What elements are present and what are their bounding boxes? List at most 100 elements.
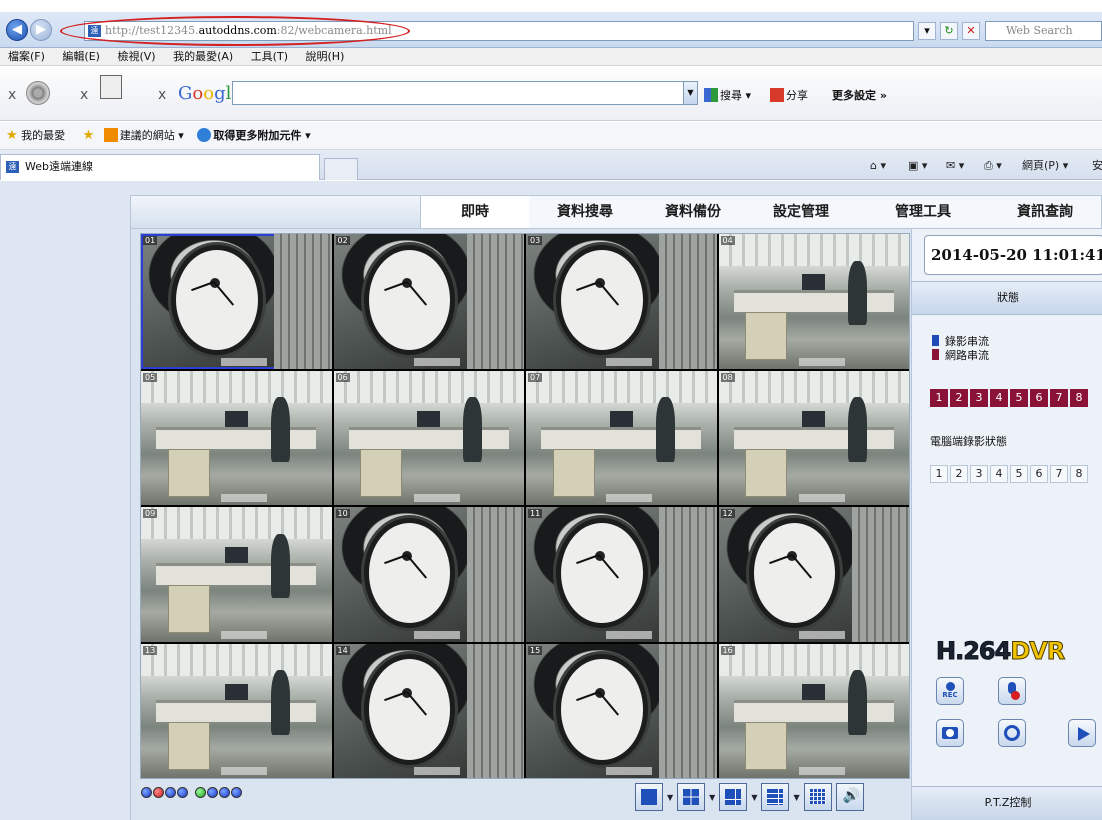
menu-tools[interactable]: 工具(T) [251, 50, 288, 63]
camera-view-05[interactable]: 05 [141, 370, 332, 505]
camera-view-06[interactable]: 06 [333, 370, 524, 505]
site-icon: 遠 [6, 161, 19, 173]
document-icon[interactable] [100, 75, 122, 99]
channel-indicator-7[interactable]: 7 [1050, 465, 1068, 483]
tab-search[interactable]: 資料搜尋 [531, 196, 639, 228]
menu-favorites[interactable]: 我的最愛(A) [173, 50, 233, 63]
mail-icon[interactable]: ✉ ▾ [946, 158, 964, 174]
legend-record: 錄影串流 [932, 335, 989, 348]
channel-indicator-6[interactable]: 6 [1030, 389, 1048, 407]
web-search-input[interactable]: Web Search [985, 21, 1102, 41]
layout-1plus5-button[interactable] [719, 783, 748, 811]
channel-indicator-3[interactable]: 3 [970, 389, 988, 407]
gear-icon[interactable] [26, 81, 50, 105]
page-content: 即時 資料搜尋 資料備份 設定管理 管理工具 資訊查詢 01 02 03 04 05 06… [0, 181, 1102, 820]
tab-web-remote[interactable]: 遠 Web遠端連線 [0, 154, 320, 180]
tab-backup[interactable]: 資料備份 [639, 196, 747, 228]
new-tab-button[interactable] [324, 158, 358, 180]
channel-indicator-6[interactable]: 6 [1030, 465, 1048, 483]
menu-file[interactable]: 檔案(F) [8, 50, 45, 63]
refresh-icon[interactable]: ↻ [940, 22, 958, 40]
channel-indicator-8[interactable]: 8 [1070, 465, 1088, 483]
layout-1x1-button[interactable] [635, 783, 663, 811]
suggested-sites-link[interactable]: 建議的網站 ▾ [103, 128, 184, 142]
layout-dropdown-icon[interactable]: ▼ [709, 793, 715, 802]
channel-indicator-7[interactable]: 7 [1050, 389, 1068, 407]
camera-view-08[interactable]: 08 [718, 370, 909, 505]
channel-indicator-2[interactable]: 2 [950, 389, 968, 407]
channel-indicator-5[interactable]: 5 [1010, 389, 1028, 407]
camera-timestamp-overlay [798, 630, 845, 639]
layout-dropdown-icon[interactable]: ▼ [667, 793, 673, 802]
close-toolbar-icon[interactable]: x [8, 87, 16, 103]
menu-view[interactable]: 檢視(V) [117, 50, 155, 63]
playback-reel-button[interactable] [998, 719, 1026, 747]
audio-button[interactable]: 🔊 [835, 783, 864, 811]
tab-info[interactable]: 資訊查詢 [991, 196, 1099, 228]
ptz-control-header[interactable]: P.T.Z控制 [912, 786, 1102, 820]
channel-indicator-5[interactable]: 5 [1010, 465, 1028, 483]
camera-view-16[interactable]: 16 [718, 643, 909, 778]
camera-view-13[interactable]: 13 [141, 643, 332, 778]
snapshot-button[interactable] [936, 719, 964, 747]
channel-indicator-1[interactable]: 1 [930, 465, 948, 483]
layout-4x4-button[interactable] [803, 783, 832, 811]
add-favorite-icon[interactable]: ★ [83, 128, 95, 143]
tab-settings[interactable]: 設定管理 [747, 196, 855, 228]
camera-number: 10 [335, 509, 350, 518]
stop-icon[interactable]: ✕ [962, 22, 980, 40]
more-settings-button[interactable]: 更多設定 » [832, 87, 887, 103]
print-icon[interactable]: ⎙ ▾ [984, 158, 1002, 174]
record-button[interactable]: REC [936, 677, 964, 705]
play-button[interactable] [1068, 719, 1096, 747]
camera-view-09[interactable]: 09 [141, 507, 332, 642]
page-menu[interactable]: 網頁(P) ▾ [1022, 158, 1068, 174]
camera-view-02[interactable]: 02 [333, 234, 524, 369]
tab-admin-tools[interactable]: 管理工具 [869, 196, 977, 228]
back-button[interactable]: ◀ [6, 19, 28, 41]
search-button[interactable]: 搜尋 ▾ [704, 87, 751, 103]
layout-dropdown-icon[interactable]: ▼ [751, 793, 757, 802]
camera-view-10[interactable]: 10 [333, 507, 524, 642]
google-search-input[interactable] [232, 81, 690, 105]
safety-menu[interactable]: 安 [1092, 158, 1102, 174]
channel-indicator-8[interactable]: 8 [1070, 389, 1088, 407]
camera-number: 14 [335, 645, 350, 655]
camera-view-15[interactable]: 15 [526, 643, 717, 778]
channel-indicator-4[interactable]: 4 [990, 389, 1008, 407]
camera-view-07[interactable]: 07 [526, 370, 717, 505]
close-toolbar-icon[interactable]: x [158, 87, 166, 103]
camera-view-01[interactable]: 01 [141, 234, 332, 369]
rec-icon: REC [942, 691, 958, 699]
mic-off-button[interactable] [998, 677, 1026, 705]
google-dropdown-icon[interactable]: ▼ [683, 81, 698, 105]
layout-1plus7-button[interactable] [761, 783, 790, 811]
url-dropdown-icon[interactable]: ▾ [918, 22, 936, 40]
channel-indicator-3[interactable]: 3 [970, 465, 988, 483]
channel-indicator-2[interactable]: 2 [950, 465, 968, 483]
favorites-button[interactable]: ★ 我的最愛 [6, 128, 65, 143]
forward-button[interactable]: ▶ [30, 19, 52, 41]
channel-indicator-1[interactable]: 1 [930, 389, 948, 407]
tab-live[interactable]: 即時 [421, 196, 529, 228]
more-addons-link[interactable]: 取得更多附加元件 ▾ [197, 128, 311, 142]
camera-timestamp-overlay [221, 357, 267, 366]
camera-view-12[interactable]: 12 [718, 507, 909, 642]
layout-2x2-button[interactable] [677, 783, 706, 811]
menu-edit[interactable]: 編輯(E) [62, 50, 100, 63]
channel-indicator-4[interactable]: 4 [990, 465, 1008, 483]
camera-view-04[interactable]: 04 [718, 234, 909, 369]
feeds-icon[interactable]: ▣ ▾ [908, 158, 927, 174]
camera-view-11[interactable]: 11 [526, 507, 717, 642]
camera-number: 07 [528, 372, 543, 382]
camera-timestamp-overlay [798, 357, 845, 366]
camera-timestamp-overlay [221, 630, 267, 639]
status-dot [153, 787, 164, 798]
layout-dropdown-icon[interactable]: ▼ [793, 793, 799, 802]
home-icon[interactable]: ⌂ ▾ [870, 158, 886, 174]
menu-help[interactable]: 說明(H) [306, 50, 345, 63]
camera-view-14[interactable]: 14 [333, 643, 524, 778]
share-button[interactable]: 分享 [770, 87, 808, 103]
camera-view-03[interactable]: 03 [526, 234, 717, 369]
close-toolbar-icon[interactable]: x [80, 87, 88, 103]
